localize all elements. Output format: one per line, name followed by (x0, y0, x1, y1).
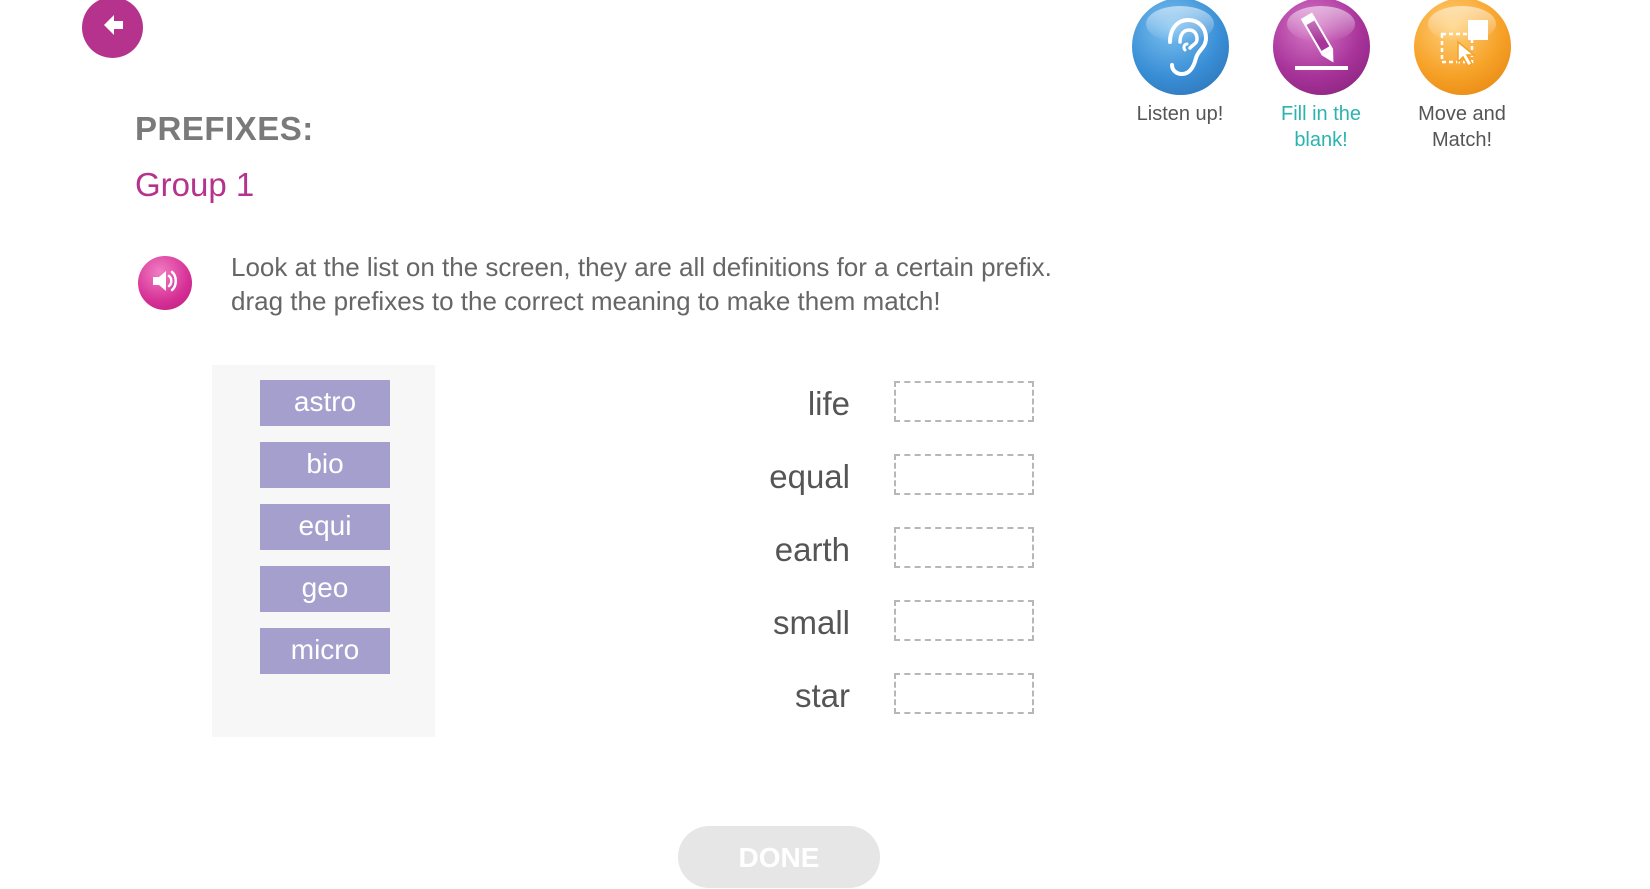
instruction-line-1: Look at the list on the screen, they are… (231, 252, 1052, 282)
drag-select-icon (1440, 20, 1488, 67)
instructions-text: Look at the list on the screen, they are… (231, 250, 1052, 318)
arrow-left-icon (97, 9, 129, 46)
drop-slot-star[interactable] (894, 673, 1034, 714)
drop-slot-equal[interactable] (894, 454, 1034, 495)
meaning-earth: earth (774, 531, 850, 568)
activity-page: Listen up! Fill in the blank! Move and M… (0, 0, 1650, 889)
group-title: Group 1 (135, 166, 255, 203)
done-button[interactable]: DONE (678, 826, 880, 888)
prefix-chip-equi[interactable]: equi (260, 504, 390, 550)
prefix-chip-bio[interactable]: bio (260, 442, 390, 488)
prefix-chip-astro[interactable]: astro (260, 380, 390, 426)
pencil-icon (1294, 12, 1348, 70)
meaning-star: star (794, 677, 850, 714)
ear-icon (1167, 17, 1208, 77)
meaning-life: life (807, 385, 850, 422)
play-instructions-button[interactable] (138, 256, 192, 310)
prefix-bank: astro bio equi geo micro (212, 365, 435, 737)
speaker-icon (148, 264, 182, 303)
back-button[interactable] (82, 0, 143, 58)
mode-move-and-match[interactable]: Move and Match! (1392, 0, 1532, 153)
prefix-chip-geo[interactable]: geo (260, 566, 390, 612)
move-and-match-button[interactable] (1413, 0, 1511, 95)
meaning-equal: equal (769, 458, 850, 495)
meaning-small: small (772, 604, 850, 641)
drop-slot-earth[interactable] (894, 527, 1034, 568)
mode-label-listen-up: Listen up! (1136, 103, 1224, 125)
mode-label-fill-in-the-blank: Fill in the blank! (1280, 103, 1362, 151)
fill-in-the-blank-button[interactable] (1272, 0, 1370, 95)
page-title: PREFIXES: (135, 110, 314, 147)
mode-fill-in-the-blank[interactable]: Fill in the blank! (1251, 0, 1391, 153)
mode-label-move-and-match: Move and Match! (1418, 103, 1506, 151)
listen-up-button[interactable] (1131, 0, 1229, 95)
instruction-line-2: drag the prefixes to the correct meaning… (231, 286, 941, 316)
drop-slot-life[interactable] (894, 381, 1034, 422)
drop-slot-small[interactable] (894, 600, 1034, 641)
mode-listen-up[interactable]: Listen up! (1110, 0, 1250, 127)
prefix-chip-micro[interactable]: micro (260, 628, 390, 674)
